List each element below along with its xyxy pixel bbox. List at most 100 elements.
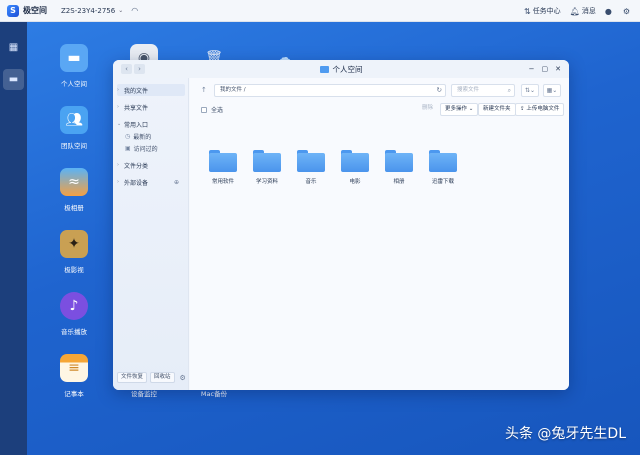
dock-files-button[interactable]: ▬ [3,69,24,90]
desktop-icon-music[interactable]: ♪ 音乐播放 [46,292,102,336]
desktop-icon-label: 极相册 [64,204,84,212]
messages-button[interactable]: 🔔︎ 消息 [570,6,596,16]
desktop-icon-photo-album[interactable]: ≈ 极相册 [46,168,102,212]
new-folder-button[interactable]: 新建文件夹 [478,103,516,116]
bell-icon: 🔔︎ [569,6,580,16]
desktop-icon-personal-space[interactable]: ▬ 个人空间 [46,44,102,88]
folder-item[interactable]: 学习资料 [249,150,285,185]
sidebar-item-common[interactable]: ⌄ 常用入口 [117,118,148,130]
sidebar-item-my-files[interactable]: › 我的文件 [117,84,185,96]
folder-icon: ▬ [8,74,19,85]
sidebar-item-label: 常用入口 [124,121,149,129]
user-button[interactable]: ● [605,7,614,16]
dock-apps-button[interactable]: ▦ [3,37,24,58]
maximize-button[interactable]: ▢ [542,64,549,74]
folder-icon: ▬ [60,44,88,72]
device-selector[interactable]: Z2S-23Y4-2756 ⌄ [61,7,123,15]
upload-icon: ⇪ [520,106,525,112]
refresh-icon[interactable]: ↻ [437,85,442,96]
upload-label: 上传电脑文件 [526,106,560,112]
search-icon: ⌕ [507,87,511,94]
video-icon: ✦ [60,230,88,258]
address-path: 我的文件 / [220,87,246,93]
watermark: 头条 @兔牙先生DL [504,426,626,442]
view-mode-button[interactable]: ▦⌄ [543,84,561,97]
gear-icon[interactable]: ⚙ [180,374,186,382]
folder-icon [297,150,325,172]
desktop-icon-label: 记事本 [64,390,84,398]
transfer-icon: ⇅ [523,6,531,16]
photo-album-icon: ≈ [60,168,88,196]
sidebar-item-external[interactable]: › 外部设备 ⊕ [117,176,185,188]
select-all-label: 全选 [211,107,224,114]
history-icon: ▣ [125,144,131,152]
left-dock: ▦ ▬ [0,22,27,455]
chevron-right-icon: › [117,87,119,93]
folder-icon [341,150,369,172]
folder-item[interactable]: 电影 [337,150,373,185]
search-input[interactable]: 搜索文件 ⌕ [451,84,515,97]
plus-icon[interactable]: ⊕ [174,179,179,186]
device-name: Z2S-23Y4-2756 [61,6,116,15]
grid-icon: ▦ [8,42,19,53]
file-restore-button[interactable]: 文件恢复 [117,372,148,383]
desktop-icon-team-space[interactable]: 👥︎ 团队空间 [46,106,102,150]
minimize-button[interactable]: − [529,64,535,74]
messages-label: 消息 [581,7,596,15]
sidebar-item-visited[interactable]: ▣ 访问过的 [125,142,158,154]
brand: S 极空间 [7,4,47,17]
recycle-bin-button[interactable]: 回收站 [150,372,175,383]
chevron-down-icon: ⌄ [117,121,122,127]
folder-label: 相册 [393,179,405,185]
desktop-icon-label: 个人空间 [61,80,87,88]
chevron-right-icon: › [117,104,119,110]
forward-button[interactable]: › [134,64,145,74]
task-center-button[interactable]: ⇅ 任务中心 [524,6,561,16]
folder-item[interactable]: 相册 [381,150,417,185]
notepad-icon: ≡ [60,354,88,382]
back-button[interactable]: ‹ [121,64,132,74]
chevron-down-icon: ⌄ [468,106,474,112]
music-note-icon: ♪ [60,292,88,320]
desktop-icon-label: 极影视 [64,266,84,274]
up-arrow-icon[interactable]: ↑ [201,86,207,94]
search-placeholder: 搜索文件 [457,87,480,93]
folder-item[interactable]: 常用软件 [205,150,241,185]
folder-item[interactable]: 迅雷下载 [425,150,461,185]
file-window: ‹ › 个人空间 − ▢ ✕ › 我的文件 › 共享文件 ⌄ 常用入口 ◷ 最新… [113,60,569,390]
more-actions-button[interactable]: 更多操作 ⌄ [440,103,479,116]
desktop-icon-notepad[interactable]: ≡ 记事本 [46,354,102,398]
sidebar-item-categories[interactable]: › 文件分类 [117,159,148,171]
sidebar-item-label: 访问过的 [133,145,158,153]
folder-label: 电影 [349,179,361,185]
window-title: 个人空间 [332,64,363,74]
select-all-checkbox[interactable]: 全选 [201,105,223,114]
top-bar: S 极空间 Z2S-23Y4-2756 ⌄ ◠ ⇅ 任务中心 🔔︎ 消息 ● ⚙ [0,0,640,22]
settings-button[interactable]: ⚙ [623,7,632,16]
checkbox-icon [201,106,207,113]
chevron-down-icon: ⌄ [118,7,124,14]
folder-icon [253,150,281,172]
folder-label: 音乐 [305,179,317,185]
folder-item[interactable]: 音乐 [293,150,329,185]
folder-icon [385,150,413,172]
sidebar-item-latest[interactable]: ◷ 最新的 [125,130,151,142]
file-browser: ↑ 我的文件 / ↻ 搜索文件 ⌕ ⇅⌄ ▦⌄ 全选 删除 更多操作 ⌄ 新建文… [190,78,569,390]
window-titlebar[interactable]: ‹ › 个人空间 − ▢ ✕ [113,60,569,78]
desktop-icon-video[interactable]: ✦ 极影视 [46,230,102,274]
desktop-icon-label: 团队空间 [61,142,87,150]
sidebar-item-shared-files[interactable]: › 共享文件 [117,101,148,113]
window-sidebar: › 我的文件 › 共享文件 ⌄ 常用入口 ◷ 最新的 ▣ 访问过的 › 文件分类… [113,78,189,390]
delete-button[interactable]: 删除 [418,103,437,116]
upload-button[interactable]: ⇪ 上传电脑文件 [515,103,565,116]
clock-icon: ◷ [125,132,131,140]
sort-button[interactable]: ⇅⌄ [521,84,539,97]
folder-icon [319,65,329,73]
sidebar-item-label: 文件分类 [124,162,149,170]
sidebar-item-label: 共享文件 [124,104,149,112]
address-bar[interactable]: 我的文件 / ↻ [214,84,446,97]
close-button[interactable]: ✕ [555,64,561,74]
folder-label: 迅雷下载 [431,179,454,185]
app-logo-icon: S [7,4,19,17]
sidebar-item-label: 我的文件 [124,87,149,95]
